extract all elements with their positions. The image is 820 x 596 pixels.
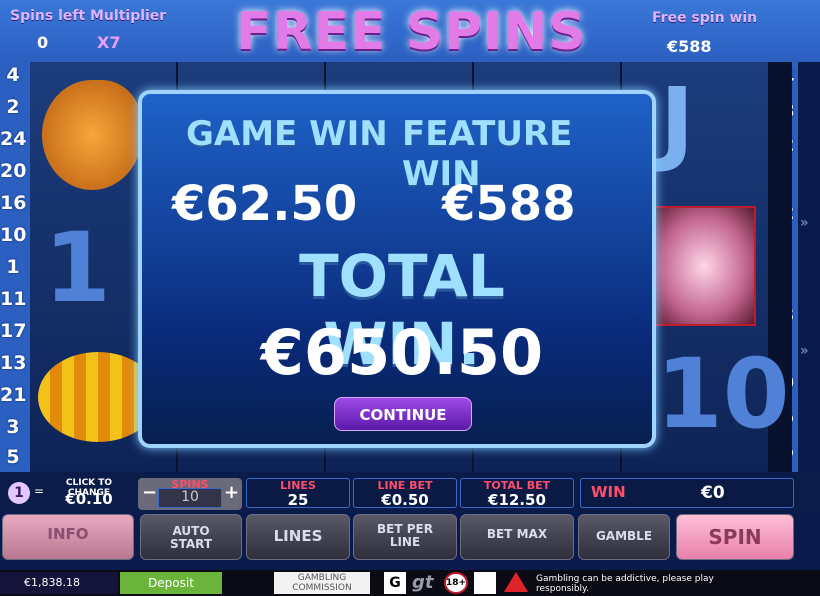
game-win-value: €62.50: [172, 176, 358, 232]
payline-number[interactable]: 3: [0, 416, 26, 438]
win-box: WIN €0: [580, 478, 794, 508]
payline-number[interactable]: 10: [0, 224, 26, 246]
ten-symbol-icon: 1: [44, 212, 111, 324]
chevron-right-icon[interactable]: »: [800, 343, 809, 359]
game-win-label: GAME WIN: [186, 114, 388, 154]
total-win-popup: GAME WIN FEATURE WIN €62.50 €588 TOTAL W…: [138, 90, 656, 448]
spins-stepper: − SPINS 10 +: [138, 478, 242, 510]
seahorse-symbol-icon: [42, 80, 142, 190]
payline-number[interactable]: 1: [0, 256, 26, 278]
left-payline-column: 4 2 24 20 16 10 1 11 17 13 21 3 5: [0, 62, 30, 472]
ten-symbol-icon: 10: [656, 338, 790, 450]
lines-box: LINES 25: [246, 478, 350, 509]
payline-number[interactable]: 4: [0, 64, 26, 86]
auto-start-label-line2: START: [169, 537, 213, 551]
balance: €1,838.18: [0, 572, 118, 594]
lines-value: 25: [287, 491, 309, 509]
top-bar: Spins left 0 Multiplier X7 FREE SPINS Fr…: [0, 0, 820, 62]
gambling-commission-line2: COMMISSION: [292, 583, 352, 593]
equals-sign: =: [34, 484, 45, 498]
chevron-right-icon[interactable]: »: [800, 215, 809, 231]
bet-per-line-label-line2: LINE: [389, 535, 421, 549]
spins-value[interactable]: 10: [158, 488, 222, 508]
free-spins-title: FREE SPINS: [236, 2, 587, 62]
jack-symbol-icon: J: [660, 68, 695, 175]
win-value: €0: [701, 483, 725, 503]
age-badge: 18+: [444, 572, 468, 594]
coin-value: €0.10: [65, 490, 113, 508]
payline-number[interactable]: 20: [0, 160, 26, 182]
total-bet-box: TOTAL BET €12.50: [460, 478, 574, 509]
free-spin-win-label: Free spin win: [652, 10, 758, 26]
spins-left-value: 0: [37, 33, 49, 52]
payline-number[interactable]: 2: [0, 96, 26, 118]
payline-number[interactable]: 13: [0, 352, 26, 374]
responsible-gambling-icon[interactable]: [474, 572, 496, 594]
info-button[interactable]: INFO: [2, 514, 134, 560]
multiplier-value: X7: [97, 33, 121, 52]
gambling-commission-line1: GAMBLING: [297, 573, 347, 583]
spin-button[interactable]: SPIN: [676, 514, 794, 560]
total-bet-value: €12.50: [488, 491, 546, 509]
payline-number[interactable]: 11: [0, 288, 26, 310]
win-label: WIN: [591, 483, 626, 501]
spins-minus-button[interactable]: −: [142, 482, 157, 503]
payline-number[interactable]: 24: [0, 128, 26, 150]
gamcare-icon[interactable]: G: [384, 572, 406, 594]
multiplier-label: Multiplier: [90, 8, 167, 24]
payline-number[interactable]: 21: [0, 384, 26, 406]
spins-plus-button[interactable]: +: [224, 482, 239, 503]
spins-left-label: Spins left: [10, 8, 86, 24]
payline-number[interactable]: 17: [0, 320, 26, 342]
total-win-value: €650.50: [260, 316, 544, 389]
line-bet-box: LINE BET €0.50: [353, 478, 457, 509]
gt-logo-icon[interactable]: gt: [412, 572, 434, 593]
bet-per-line-button[interactable]: BET PER LINE: [353, 514, 457, 560]
bet-max-button[interactable]: BET MAX: [460, 514, 574, 560]
warning-icon: [504, 572, 528, 592]
gamble-button[interactable]: GAMBLE: [578, 514, 670, 560]
payline-number[interactable]: 5: [0, 446, 26, 468]
coin-value-selector[interactable]: CLICK TO CHANGE €0.10: [44, 478, 134, 508]
line-bet-value: €0.50: [381, 491, 429, 509]
footer-bar: €1,838.18 Deposit GAMBLING COMMISSION G …: [0, 570, 820, 596]
payline-number[interactable]: 16: [0, 192, 26, 214]
free-spin-win-value: €588: [667, 37, 712, 56]
lines-button[interactable]: LINES: [246, 514, 350, 560]
deposit-button[interactable]: Deposit: [120, 572, 222, 594]
coin-badge[interactable]: 1: [8, 482, 30, 504]
feature-win-value: €588: [442, 176, 576, 232]
continue-button[interactable]: CONTINUE: [334, 397, 472, 431]
pearl-clam-symbol-icon: [652, 206, 756, 326]
gambling-commission-logo[interactable]: GAMBLING COMMISSION: [274, 572, 370, 594]
auto-start-button[interactable]: AUTO START: [140, 514, 242, 560]
gambling-warning-text: Gambling can be addictive, please play r…: [536, 574, 714, 594]
